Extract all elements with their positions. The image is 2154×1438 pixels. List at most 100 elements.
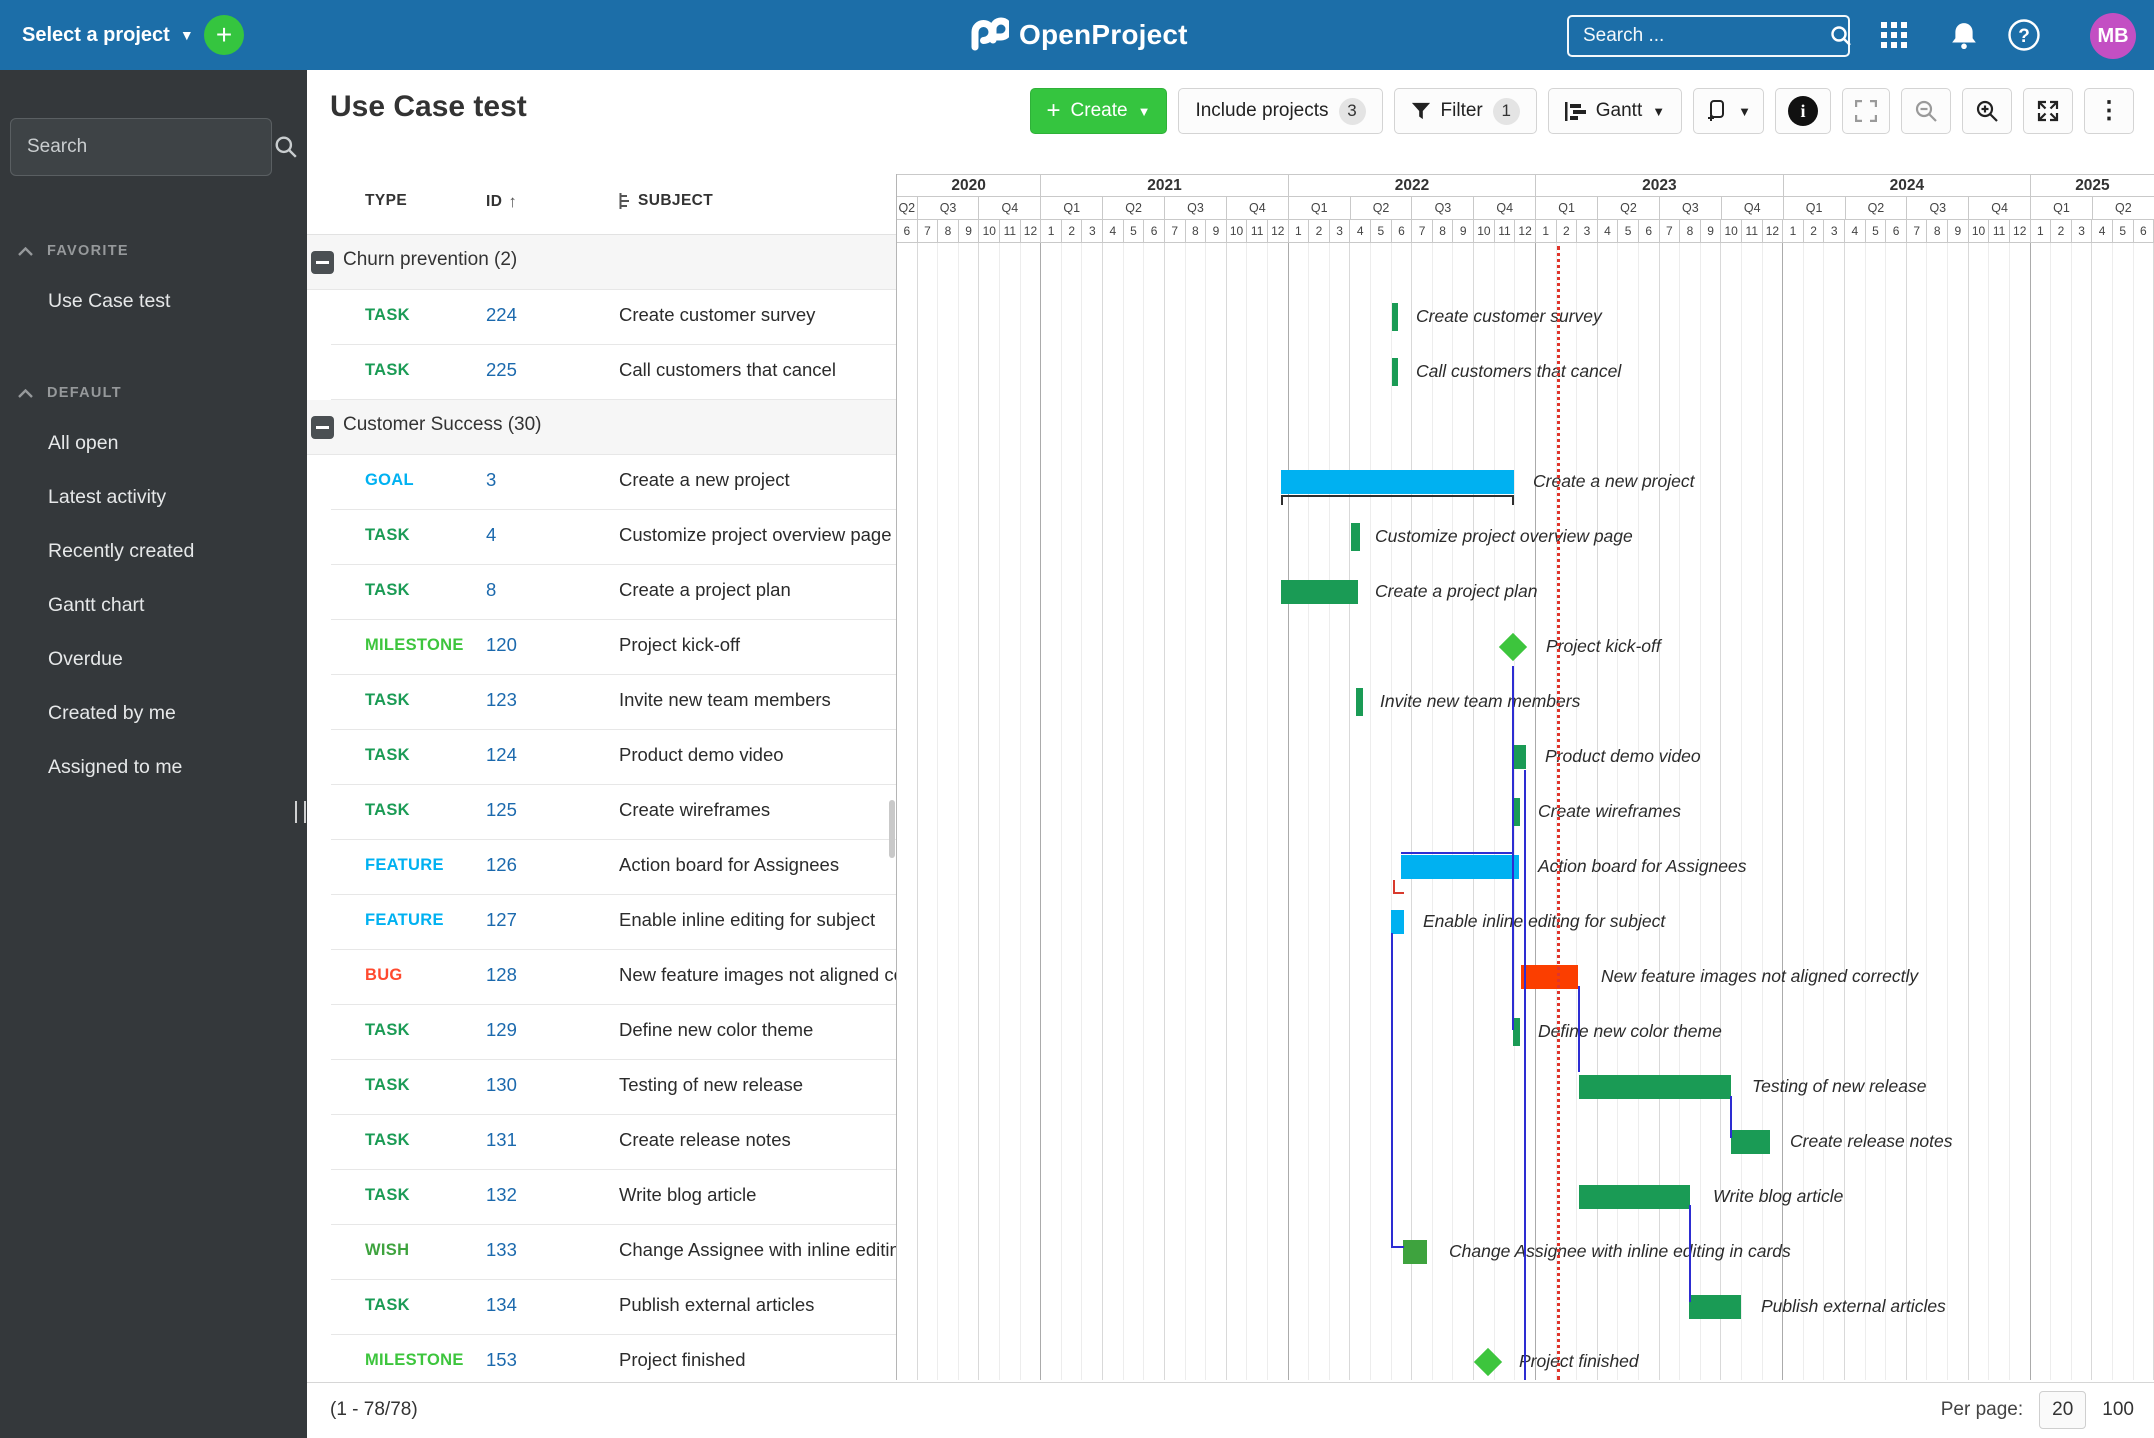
help-icon[interactable]: ? [2002,0,2046,70]
wp-id-link[interactable]: 8 [486,579,496,601]
gantt-milestone-diamond[interactable] [1499,632,1527,660]
gantt-bar[interactable] [1401,855,1519,879]
table-row[interactable]: TASK4Customize project overview page [331,510,896,565]
add-project-button[interactable]: + [204,15,244,55]
table-row[interactable]: TASK134Publish external articles [331,1280,896,1335]
table-row[interactable]: FEATURE126Action board for Assignees [331,840,896,895]
per-page-option-20[interactable]: 20 [2039,1391,2086,1429]
table-row[interactable]: TASK224Create customer survey [331,290,896,345]
wp-subject[interactable]: Project kick-off [619,634,896,656]
search-icon[interactable] [1830,25,1852,47]
create-button[interactable]: + Create ▼ [1030,88,1168,134]
global-search-input[interactable] [1581,24,1830,48]
sidebar-item-latest-activity[interactable]: Latest activity [0,470,307,524]
sidebar-item-all-open[interactable]: All open [0,416,307,470]
wp-subject[interactable]: Create a new project [619,469,896,491]
column-header-subject[interactable]: SUBJECT [619,192,713,210]
gantt-bar[interactable] [1521,965,1578,989]
table-group-row[interactable]: Customer Success (30) [307,400,896,455]
table-row[interactable]: TASK131Create release notes [331,1115,896,1170]
wp-id-link[interactable]: 120 [486,634,517,656]
table-row[interactable]: TASK125Create wireframes [331,785,896,840]
gantt-mode-button[interactable]: Gantt ▼ [1548,88,1682,134]
wp-subject[interactable]: Create customer survey [619,304,896,326]
wp-id-link[interactable]: 131 [486,1129,517,1151]
search-icon[interactable] [274,135,298,159]
wp-id-link[interactable]: 132 [486,1184,517,1206]
table-row[interactable]: TASK225Call customers that cancel [331,345,896,400]
table-scrollbar-thumb[interactable] [889,800,895,858]
gantt-milestone-diamond[interactable] [1474,1347,1502,1375]
wp-subject[interactable]: Call customers that cancel [619,359,896,381]
sidebar-item-gantt-chart[interactable]: Gantt chart [0,578,307,632]
sidebar-search-input[interactable] [25,135,274,159]
filter-button[interactable]: Filter 1 [1394,88,1537,134]
sidebar-item-assigned-to-me[interactable]: Assigned to me [0,740,307,794]
table-row[interactable]: BUG128New feature images not aligned cor… [331,950,896,1005]
gantt-tick-bar[interactable] [1392,358,1398,386]
zoom-auto-button[interactable] [2023,88,2073,134]
gantt-bar[interactable] [1689,1295,1741,1319]
collapse-minus-icon[interactable] [311,251,334,274]
wp-subject[interactable]: Product demo video [619,744,896,766]
wp-subject[interactable]: Action board for Assignees [619,854,896,876]
global-search[interactable] [1567,15,1850,57]
gantt-bar[interactable] [1579,1185,1690,1209]
gantt-bar[interactable] [1513,745,1526,769]
gantt-bar[interactable] [1403,1240,1427,1264]
per-page-option-100[interactable]: 100 [2102,1399,2134,1421]
openproject-logo[interactable]: OpenProject [967,0,1188,70]
table-row[interactable]: MILESTONE153Project finished [331,1335,896,1381]
wp-subject[interactable]: Enable inline editing for subject [619,909,896,931]
wp-id-link[interactable]: 128 [486,964,517,986]
sidebar-item-overdue[interactable]: Overdue [0,632,307,686]
sidebar-resize-handle[interactable] [295,801,306,823]
column-header-id[interactable]: ID ↑ [486,192,517,212]
include-projects-button[interactable]: Include projects 3 [1178,88,1382,134]
wp-id-link[interactable]: 125 [486,799,517,821]
gantt-tick-bar[interactable] [1513,1018,1520,1046]
sidebar-item-created-by-me[interactable]: Created by me [0,686,307,740]
gantt-bar[interactable] [1731,1130,1770,1154]
table-row[interactable]: GOAL3Create a new project [331,455,896,510]
wp-id-link[interactable]: 134 [486,1294,517,1316]
sidebar-section-header[interactable]: FAVORITE [0,228,307,274]
wp-subject[interactable]: Customize project overview page [619,524,896,546]
wp-id-link[interactable]: 130 [486,1074,517,1096]
zoom-in-button[interactable] [1962,88,2012,134]
wp-id-link[interactable]: 123 [486,689,517,711]
wp-id-link[interactable]: 225 [486,359,517,381]
card-view-settings-button[interactable]: ▼ [1693,88,1764,134]
wp-subject[interactable]: Create release notes [619,1129,896,1151]
apps-grid-icon[interactable] [1872,0,1916,70]
table-row[interactable]: FEATURE127Enable inline editing for subj… [331,895,896,950]
info-button[interactable]: i [1775,88,1831,134]
wp-id-link[interactable]: 224 [486,304,517,326]
sidebar-section-header[interactable]: DEFAULT [0,370,307,416]
gantt-tick-bar[interactable] [1513,798,1520,826]
table-row[interactable]: TASK8Create a project plan [331,565,896,620]
table-row[interactable]: TASK129Define new color theme [331,1005,896,1060]
gantt-bar[interactable] [1281,580,1358,604]
sidebar-search[interactable] [10,118,272,176]
sidebar-item-recently-created[interactable]: Recently created [0,524,307,578]
wp-id-link[interactable]: 4 [486,524,496,546]
gantt-tick-bar[interactable] [1351,523,1360,551]
wp-subject[interactable]: Create wireframes [619,799,896,821]
table-row[interactable]: TASK132Write blog article [331,1170,896,1225]
gantt-tick-bar[interactable] [1392,303,1398,331]
table-row[interactable]: TASK123Invite new team members [331,675,896,730]
table-row[interactable]: WISH133Change Assignee with inline editi… [331,1225,896,1280]
wp-subject[interactable]: Testing of new release [619,1074,896,1096]
wp-subject[interactable]: Define new color theme [619,1019,896,1041]
gantt-bar[interactable] [1281,470,1514,494]
sidebar-item-use-case-test[interactable]: Use Case test [0,274,307,328]
gantt-tick-bar[interactable] [1356,688,1363,716]
wp-id-link[interactable]: 129 [486,1019,517,1041]
wp-subject[interactable]: Project finished [619,1349,896,1371]
gantt-bar[interactable] [1391,910,1404,934]
wp-subject[interactable]: New feature images not aligned correctly [619,964,896,986]
wp-id-link[interactable]: 127 [486,909,517,931]
table-row[interactable]: TASK124Product demo video [331,730,896,785]
focus-view-button[interactable] [1842,88,1890,134]
